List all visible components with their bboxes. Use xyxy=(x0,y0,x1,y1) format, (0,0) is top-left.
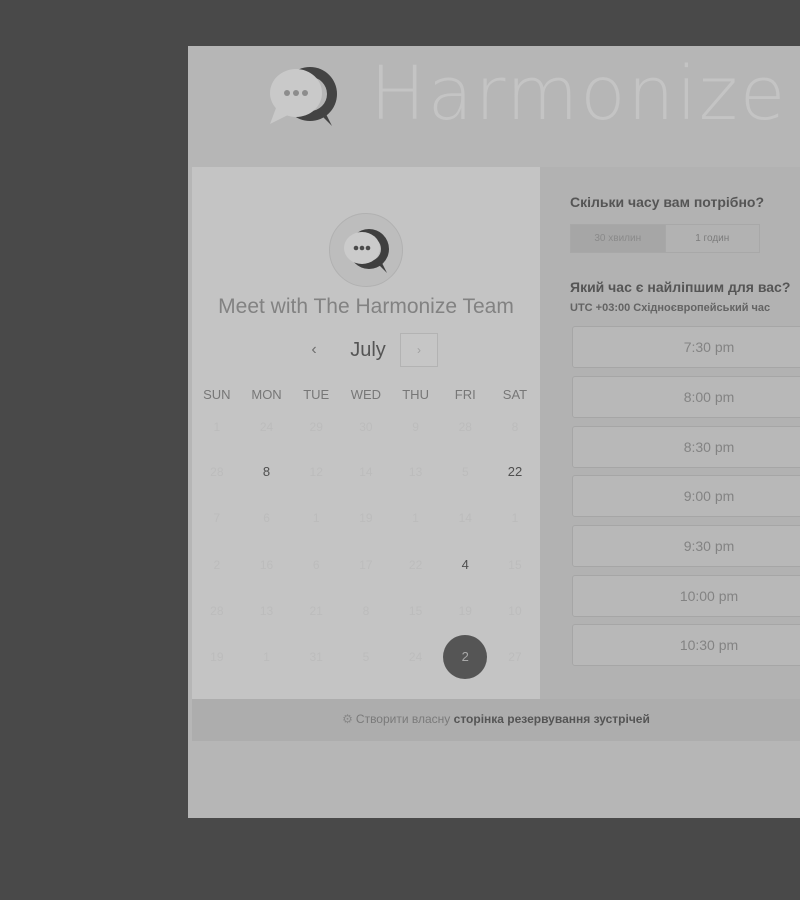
duration-option-30-min[interactable]: 30 хвилин xyxy=(571,225,665,252)
calendar-day: 31 xyxy=(309,650,323,664)
calendar-day: 27 xyxy=(508,650,522,664)
time-slot-label: 9:30 pm xyxy=(683,538,735,554)
month-label: July xyxy=(350,339,386,361)
duration-option-1-hour[interactable]: 1 годин xyxy=(664,225,760,252)
host-title: Meet with The Harmonize Team xyxy=(218,295,514,318)
duration-heading: Скільки часу вам потрібно? xyxy=(570,194,765,210)
calendar-day: 17 xyxy=(359,558,373,572)
time-slot-label: 10:00 pm xyxy=(679,588,739,604)
calendar-week: 2 16 6 17 22 4 15 xyxy=(192,545,540,585)
time-slot-button[interactable]: 8:00 pm xyxy=(572,376,800,418)
calendar-day: 22 xyxy=(408,558,423,572)
calendar-day: 8 xyxy=(362,604,370,618)
chat-bubble-logo-icon xyxy=(270,67,337,126)
footer-emphasis: сторінка резервування зустрічей xyxy=(453,712,650,726)
brand-name: Harmonize xyxy=(370,51,788,137)
footer: ⚙ Створити власну сторінка резервування з… xyxy=(192,699,800,741)
avatar xyxy=(329,213,403,287)
calendar-day: 15 xyxy=(508,558,522,572)
create-booking-page-link[interactable]: ⚙ Створити власну сторінка резервування з… xyxy=(192,699,800,739)
calendar-day: 5 xyxy=(362,650,370,664)
time-slot-label: 9:00 pm xyxy=(683,488,735,504)
timezone-selector[interactable]: UTC +03:00 Східноєвропейський час xyxy=(570,302,770,314)
time-slot-button[interactable]: 10:30 pm xyxy=(572,624,800,666)
calendar-day: 13 xyxy=(408,465,423,479)
calendar-day-available[interactable]: 4 xyxy=(440,545,490,585)
calendar-day: 19 xyxy=(359,511,373,525)
timezone-name: Східноєвропейський час xyxy=(633,302,771,314)
weekday-label: MON xyxy=(251,387,282,402)
calendar-day: 5 xyxy=(461,465,469,479)
calendar-day: 30 xyxy=(359,420,373,434)
time-slot-button[interactable]: 9:30 pm xyxy=(572,525,800,567)
time-slot-button[interactable]: 9:00 pm xyxy=(572,475,800,517)
calendar-week: 7 6 1 19 1 14 1 xyxy=(192,498,540,538)
calendar-panel: Meet with The Harmonize Team ‹ July › SU… xyxy=(192,167,540,699)
weekday-label: SAT xyxy=(502,387,528,402)
duration-toggle: 30 хвилин 1 годин xyxy=(570,224,760,253)
weekday-label: WED xyxy=(350,387,382,402)
calendar-day: 29 xyxy=(309,420,323,434)
time-slot-button[interactable]: 8:30 pm xyxy=(572,426,800,468)
booking-page: Harmonize Meet with The Harmonize Team ‹… xyxy=(188,46,800,818)
calendar-day: 24 xyxy=(408,650,423,664)
calendar-day: 2 xyxy=(213,558,221,572)
time-slot-label: 8:00 pm xyxy=(683,389,735,405)
scheduler-card: Meet with The Harmonize Team ‹ July › SU… xyxy=(192,167,800,699)
timezone-offset: UTC +03:00 xyxy=(570,302,631,314)
next-month-button[interactable]: › xyxy=(400,333,438,367)
calendar-day: 8 xyxy=(511,420,519,434)
time-slot-label: 10:30 pm xyxy=(679,637,739,653)
selected-day-label: 2 xyxy=(443,635,488,679)
calendar-day: 21 xyxy=(309,604,323,618)
time-heading: Який час є найліпшим для вас? xyxy=(570,279,791,295)
calendar-day: 24 xyxy=(259,420,274,434)
calendar-day: 19 xyxy=(458,604,472,618)
calendar-day: 28 xyxy=(210,465,224,479)
weekday-label: SUN xyxy=(203,387,231,402)
calendar-day: 1 xyxy=(312,511,320,525)
calendar-week: 19 1 31 5 24 2 27 xyxy=(192,635,540,679)
calendar-day: 1 xyxy=(511,511,519,525)
time-picker-panel: Скільки часу вам потрібно? 30 хвилин 1 г… xyxy=(540,167,800,699)
calendar-day: 1 xyxy=(263,650,270,664)
calendar-day: 13 xyxy=(259,604,274,618)
calendar-week: 1 24 29 30 9 28 8 xyxy=(192,407,540,447)
weekday-label: TUE xyxy=(303,387,330,402)
prev-month-button[interactable]: ‹ xyxy=(300,333,328,367)
calendar-day: 7 xyxy=(213,511,221,525)
footer-prefix: Створити власну xyxy=(355,712,451,726)
hubspot-sprocket-icon: ⚙ xyxy=(342,712,353,726)
time-slot-button[interactable]: 7:30 pm xyxy=(572,326,800,368)
weekday-label: THU xyxy=(402,387,429,402)
calendar-day: 16 xyxy=(259,558,274,572)
month-navigation: ‹ July › xyxy=(192,333,540,367)
brand-header: Harmonize xyxy=(188,46,800,166)
weekday-label: FRI xyxy=(454,387,476,402)
calendar-day: 28 xyxy=(458,420,472,434)
calendar-day: 10 xyxy=(508,604,522,618)
calendar-day: 1 xyxy=(412,511,419,525)
calendar-day: 12 xyxy=(309,465,323,479)
calendar-day: 19 xyxy=(210,650,224,664)
calendar-day-selected[interactable]: 2 xyxy=(440,635,490,679)
calendar-day: 15 xyxy=(408,604,423,618)
calendar-week: 28 13 21 8 15 19 10 xyxy=(192,591,540,631)
calendar-day: 6 xyxy=(312,558,320,572)
time-slot-label: 8:30 pm xyxy=(683,439,735,455)
calendar-day: 14 xyxy=(359,465,373,479)
time-slot-list[interactable]: 7:30 pm 8:00 pm 8:30 pm 9:00 pm 9:30 pm … xyxy=(572,326,800,666)
weekday-header: SUN MON TUE WED THU FRI SAT xyxy=(192,385,540,405)
time-slot-button[interactable]: 10:00 pm xyxy=(572,575,800,617)
calendar-day: 1 xyxy=(213,420,221,434)
calendar-day: 28 xyxy=(210,604,224,618)
calendar-week: 28 8 12 14 13 5 22 xyxy=(192,452,540,492)
calendar-day-available[interactable]: 8 xyxy=(242,452,292,492)
calendar-day-available[interactable]: 22 xyxy=(490,452,540,492)
calendar-day: 9 xyxy=(412,420,419,434)
time-slot-label: 7:30 pm xyxy=(683,339,735,355)
chat-bubble-avatar-icon xyxy=(344,229,389,273)
calendar-day: 6 xyxy=(263,511,270,525)
calendar-day: 14 xyxy=(458,511,472,525)
